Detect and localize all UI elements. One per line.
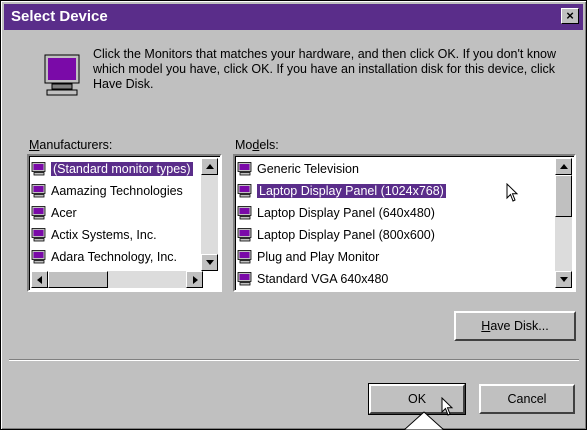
intro-text: Click the Monitors that matches your har… [93,47,557,91]
scroll-down-button[interactable] [555,271,572,288]
arrow-left-icon [37,276,42,284]
vscroll-thumb[interactable] [555,175,572,217]
list-item[interactable]: Standard VGA 640x480 [237,268,388,290]
mouse-cursor-icon [506,183,519,202]
arrow-up-icon [206,164,214,169]
list-item[interactable]: Acer [31,202,77,224]
monitor-icon [237,161,252,176]
monitor-icon [44,54,80,96]
monitor-icon [31,249,46,264]
scroll-right-button[interactable] [186,271,203,288]
manufacturers-vscroll[interactable] [201,158,218,271]
models-vscroll[interactable] [555,158,572,288]
list-item[interactable]: Laptop Display Panel (640x480) [237,202,435,224]
list-item-label: Generic Television [257,162,359,176]
manufacturers-hscroll[interactable] [31,271,203,288]
list-item[interactable]: Laptop Display Panel (800x600) [237,224,435,246]
scroll-left-button[interactable] [31,271,48,288]
list-item-label: Laptop Display Panel (640x480) [257,206,435,220]
monitor-icon [237,249,252,264]
arrow-right-icon [193,276,198,284]
list-item-label: Laptop Display Panel (1024x768) [256,183,447,199]
arrow-down-icon [560,277,568,282]
scroll-down-button[interactable] [201,254,218,271]
list-item[interactable]: Plug and Play Monitor [237,246,379,268]
list-item[interactable]: Actix Systems, Inc. [31,224,157,246]
monitor-icon [31,227,46,242]
models-label: Models: [235,138,279,152]
title-bar[interactable]: Select Device × [4,4,583,30]
monitor-icon [237,183,252,198]
close-icon: × [566,8,574,23]
list-item-label: Adara Technology, Inc. [51,250,178,264]
separator [9,359,579,361]
list-item[interactable]: Generic Television [237,158,359,180]
list-item-label: Actix Systems, Inc. [51,228,157,242]
list-item-label: Laptop Display Panel (800x600) [257,228,435,242]
list-item-label: Acer [51,206,77,220]
hscroll-thumb[interactable] [48,271,108,288]
arrow-down-icon [206,260,214,265]
select-device-dialog: Select Device × Click the Monitors that … [0,0,587,430]
monitor-icon [31,161,46,176]
have-disk-button[interactable]: Have Disk... [454,311,576,341]
callout-pointer-icon [404,411,444,430]
close-button[interactable]: × [561,8,579,24]
monitor-icon [31,205,46,220]
list-item[interactable]: Adara Technology, Inc. [31,246,177,268]
scroll-up-button[interactable] [555,158,572,175]
list-item-label: Plug and Play Monitor [257,250,380,264]
list-item[interactable]: Laptop Display Panel (1024x768) [237,180,447,202]
monitor-icon [237,271,252,286]
cancel-button[interactable]: Cancel [479,384,575,414]
models-list[interactable]: Generic Television Laptop Display Panel (… [233,154,576,292]
list-item[interactable]: Aamazing Technologies [31,180,183,202]
manufacturers-label: Manufacturers: [29,138,113,152]
list-item-label: Standard VGA 640x480 [257,272,389,286]
monitor-icon [31,183,46,198]
monitor-icon [237,205,252,220]
arrow-up-icon [560,164,568,169]
dialog-title: Select Device [11,8,108,25]
list-item-label: Aamazing Technologies [51,184,183,198]
manufacturers-list[interactable]: (Standard monitor types) Aamazing Technol… [27,154,222,292]
list-item[interactable]: (Standard monitor types) [31,158,194,180]
list-item-label: (Standard monitor types) [50,161,194,177]
monitor-icon [237,227,252,242]
scroll-up-button[interactable] [201,158,218,175]
